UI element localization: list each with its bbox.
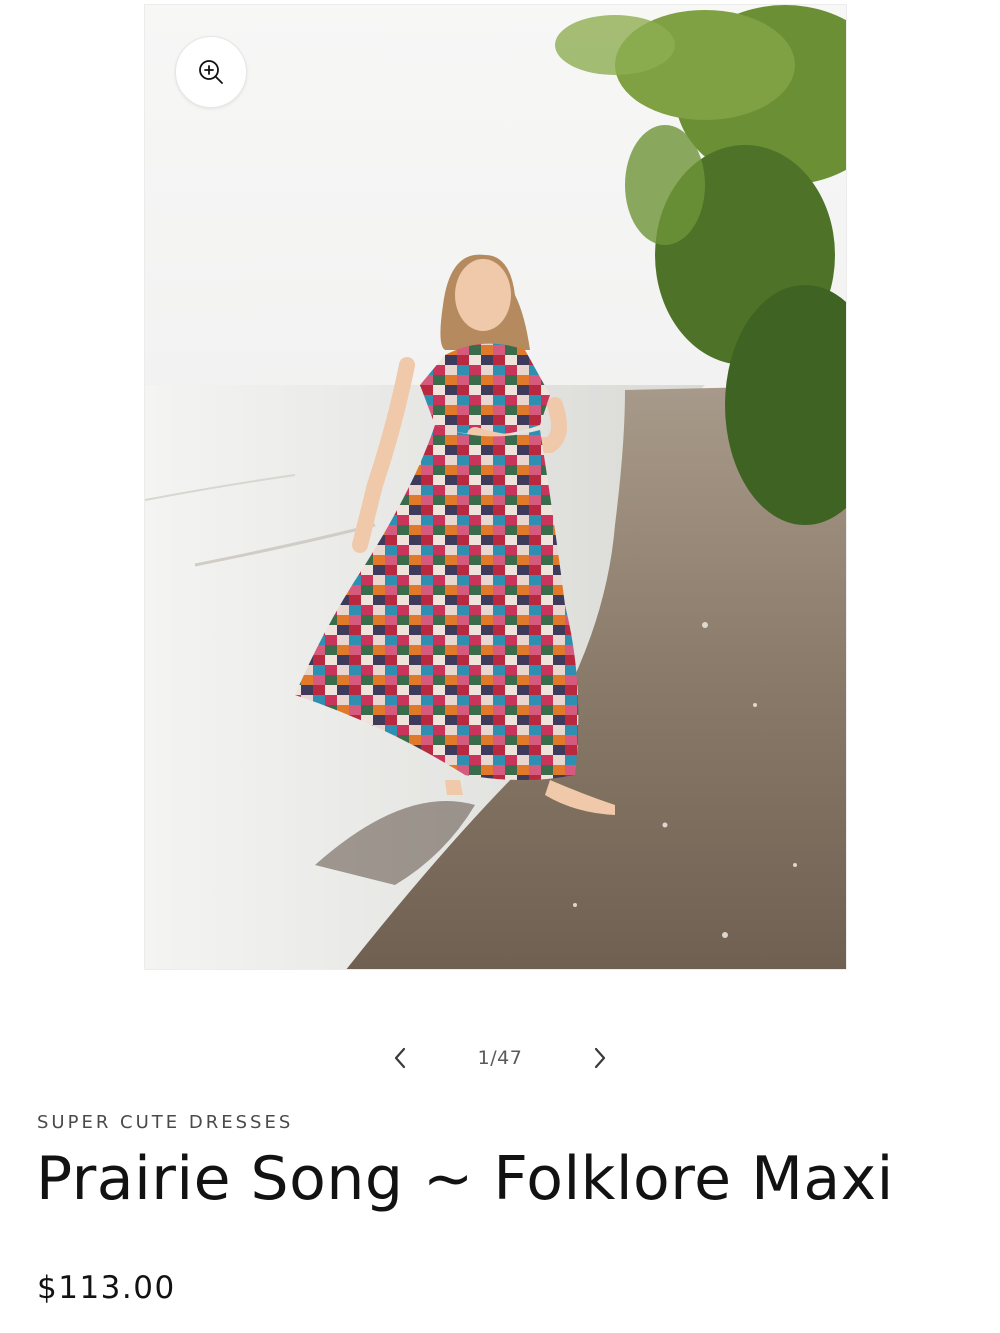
slider-controls: 1/47	[380, 1036, 620, 1080]
chevron-right-icon	[594, 1047, 606, 1069]
zoom-in-icon	[199, 60, 223, 84]
previous-slide-button[interactable]	[380, 1036, 420, 1080]
product-image[interactable]	[145, 5, 847, 970]
zoom-button[interactable]	[175, 36, 247, 108]
product-price: $113.00	[37, 1270, 176, 1306]
product-media[interactable]	[144, 4, 847, 970]
product-vendor: SUPER CUTE DRESSES	[37, 1112, 294, 1133]
product-title: Prairie Song ~ Folklore Maxi	[36, 1144, 894, 1214]
next-slide-button[interactable]	[580, 1036, 620, 1080]
slide-counter: 1/47	[477, 1047, 523, 1069]
chevron-left-icon	[394, 1047, 406, 1069]
